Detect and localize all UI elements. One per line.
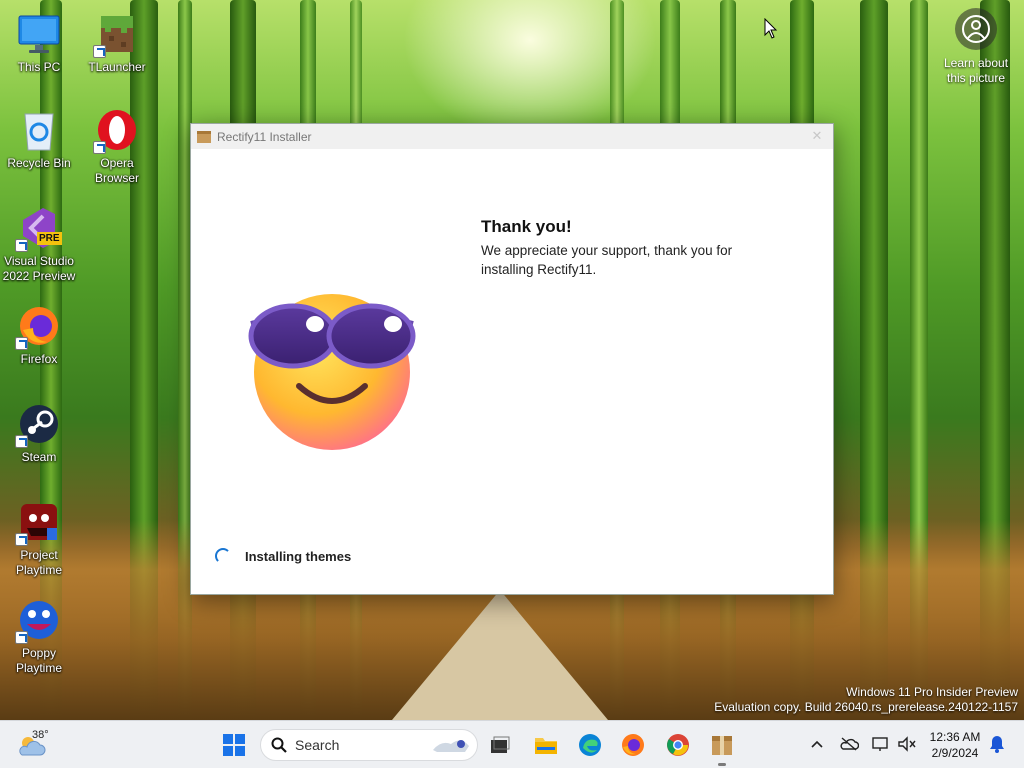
chrome-button[interactable] <box>662 729 694 761</box>
search-placeholder: Search <box>295 737 340 753</box>
volume-tray-button[interactable] <box>896 733 918 755</box>
watermark-line: Windows 11 Pro Insider Preview <box>846 685 1018 699</box>
installer-box-icon <box>197 130 211 143</box>
loading-spinner-icon <box>215 548 231 564</box>
desktop-icon-label: Visual Studio <box>4 254 74 268</box>
desktop-icon-label: Steam <box>21 450 57 464</box>
desktop-icon-label: 2022 Preview <box>2 269 76 283</box>
search-highlight-icon <box>433 740 469 752</box>
desktop-icon-poppy-playtime[interactable]: Poppy Playtime <box>0 598 78 676</box>
windows-start-icon <box>223 734 245 756</box>
clock-date: 2/9/2024 <box>931 746 979 760</box>
notification-bell-icon <box>990 736 1004 753</box>
rectify11-installer-taskbar-button[interactable] <box>706 729 738 761</box>
desktop-icon-this-pc[interactable]: This PC <box>0 12 78 75</box>
evaluation-watermark: Windows 11 Pro Insider Preview Evaluatio… <box>714 685 1018 715</box>
show-hidden-icons-button[interactable] <box>806 733 828 755</box>
desktop-icon-firefox[interactable]: Firefox <box>0 304 78 367</box>
camera-spotlight-icon <box>955 8 997 50</box>
smiling-face-with-sunglasses-icon <box>247 284 417 454</box>
desktop-icon-recycle-bin[interactable]: Recycle Bin <box>0 108 78 171</box>
temperature: 38° <box>32 729 49 741</box>
desktop-icon-label: TLauncher <box>88 60 146 74</box>
clock-time: 12:36 AM <box>929 730 981 744</box>
minecraft-grass-block-icon <box>93 12 139 58</box>
thank-you-heading: Thank you! <box>481 217 572 236</box>
status-text: Installing themes <box>245 548 352 564</box>
desktop-icon-label: Playtime <box>15 661 62 675</box>
chevron-up-icon <box>811 740 823 748</box>
weather-widget[interactable]: 38° <box>14 727 54 763</box>
network-tray-button[interactable] <box>870 733 892 755</box>
title-bar[interactable]: Rectify11 Installer ✕ <box>191 124 833 149</box>
visual-studio-icon: PRE <box>15 206 62 252</box>
close-icon[interactable]: ✕ <box>809 128 825 144</box>
opera-icon <box>93 108 139 154</box>
notifications-button[interactable] <box>986 733 1008 755</box>
desktop-icon-label: Poppy <box>21 646 57 660</box>
search-icon <box>271 737 287 753</box>
file-explorer-icon <box>535 738 557 754</box>
firefox-taskbar-button[interactable] <box>617 729 649 761</box>
taskbar-search-box[interactable]: Search <box>260 729 478 761</box>
learn-label: Learn about <box>943 56 1009 70</box>
taskbar: 38° Search 12:36 AM 2/9/2024 <box>0 720 1024 768</box>
desktop-icon-label: Firefox <box>20 352 58 366</box>
thank-you-message: We appreciate your support, thank you fo… <box>481 243 733 277</box>
network-icon <box>872 737 888 751</box>
desktop-icon-label: Opera <box>100 156 134 170</box>
onedrive-tray-button[interactable] <box>838 733 860 755</box>
start-button[interactable] <box>218 729 250 761</box>
onedrive-offline-icon <box>840 737 859 751</box>
monitor-icon <box>17 12 61 56</box>
desktop-icon-project-playtime[interactable]: Project Playtime <box>0 500 78 578</box>
file-explorer-button[interactable] <box>530 729 562 761</box>
project-playtime-icon <box>15 500 61 546</box>
chrome-icon <box>667 734 689 756</box>
mouse-cursor-icon <box>764 17 778 44</box>
learn-about-picture[interactable]: Learn about this picture <box>934 8 1018 86</box>
desktop-icon-steam[interactable]: Steam <box>0 402 78 465</box>
desktop-icon-label: Project <box>20 548 58 562</box>
firefox-icon <box>15 304 61 350</box>
edge-button[interactable] <box>574 729 606 761</box>
firefox-icon <box>622 734 644 756</box>
steam-icon <box>15 402 61 448</box>
huggy-wuggy-icon <box>15 598 61 644</box>
install-status: Installing themes <box>215 548 351 564</box>
desktop-icon-label: Playtime <box>15 563 62 577</box>
edge-icon <box>579 734 601 756</box>
installer-window: Rectify11 Installer ✕ Thank you! We appr… <box>190 123 834 595</box>
desktop-icon-tlauncher[interactable]: TLauncher <box>78 12 156 75</box>
system-clock[interactable]: 12:36 AM 2/9/2024 <box>922 729 988 761</box>
speaker-muted-icon <box>898 736 916 752</box>
desktop-icon-label: Recycle Bin <box>7 156 71 170</box>
active-app-indicator <box>718 763 726 766</box>
preview-badge: PRE <box>37 232 62 245</box>
recycle-bin-icon <box>17 108 61 152</box>
desktop-icon-label: Browser <box>94 171 139 185</box>
task-view-icon <box>491 736 510 753</box>
watermark-line: Evaluation copy. Build 26040.rs_prerelea… <box>714 700 1018 714</box>
rectify11-installer-icon <box>712 736 732 755</box>
window-title: Rectify11 Installer <box>217 129 312 144</box>
desktop-icon-visual-studio[interactable]: PRE Visual Studio 2022 Preview <box>0 206 78 284</box>
learn-label: this picture <box>946 71 1006 85</box>
desktop-icon-label: This PC <box>17 60 61 74</box>
task-view-button[interactable] <box>484 729 516 761</box>
desktop-icon-opera-browser[interactable]: Opera Browser <box>78 108 156 186</box>
